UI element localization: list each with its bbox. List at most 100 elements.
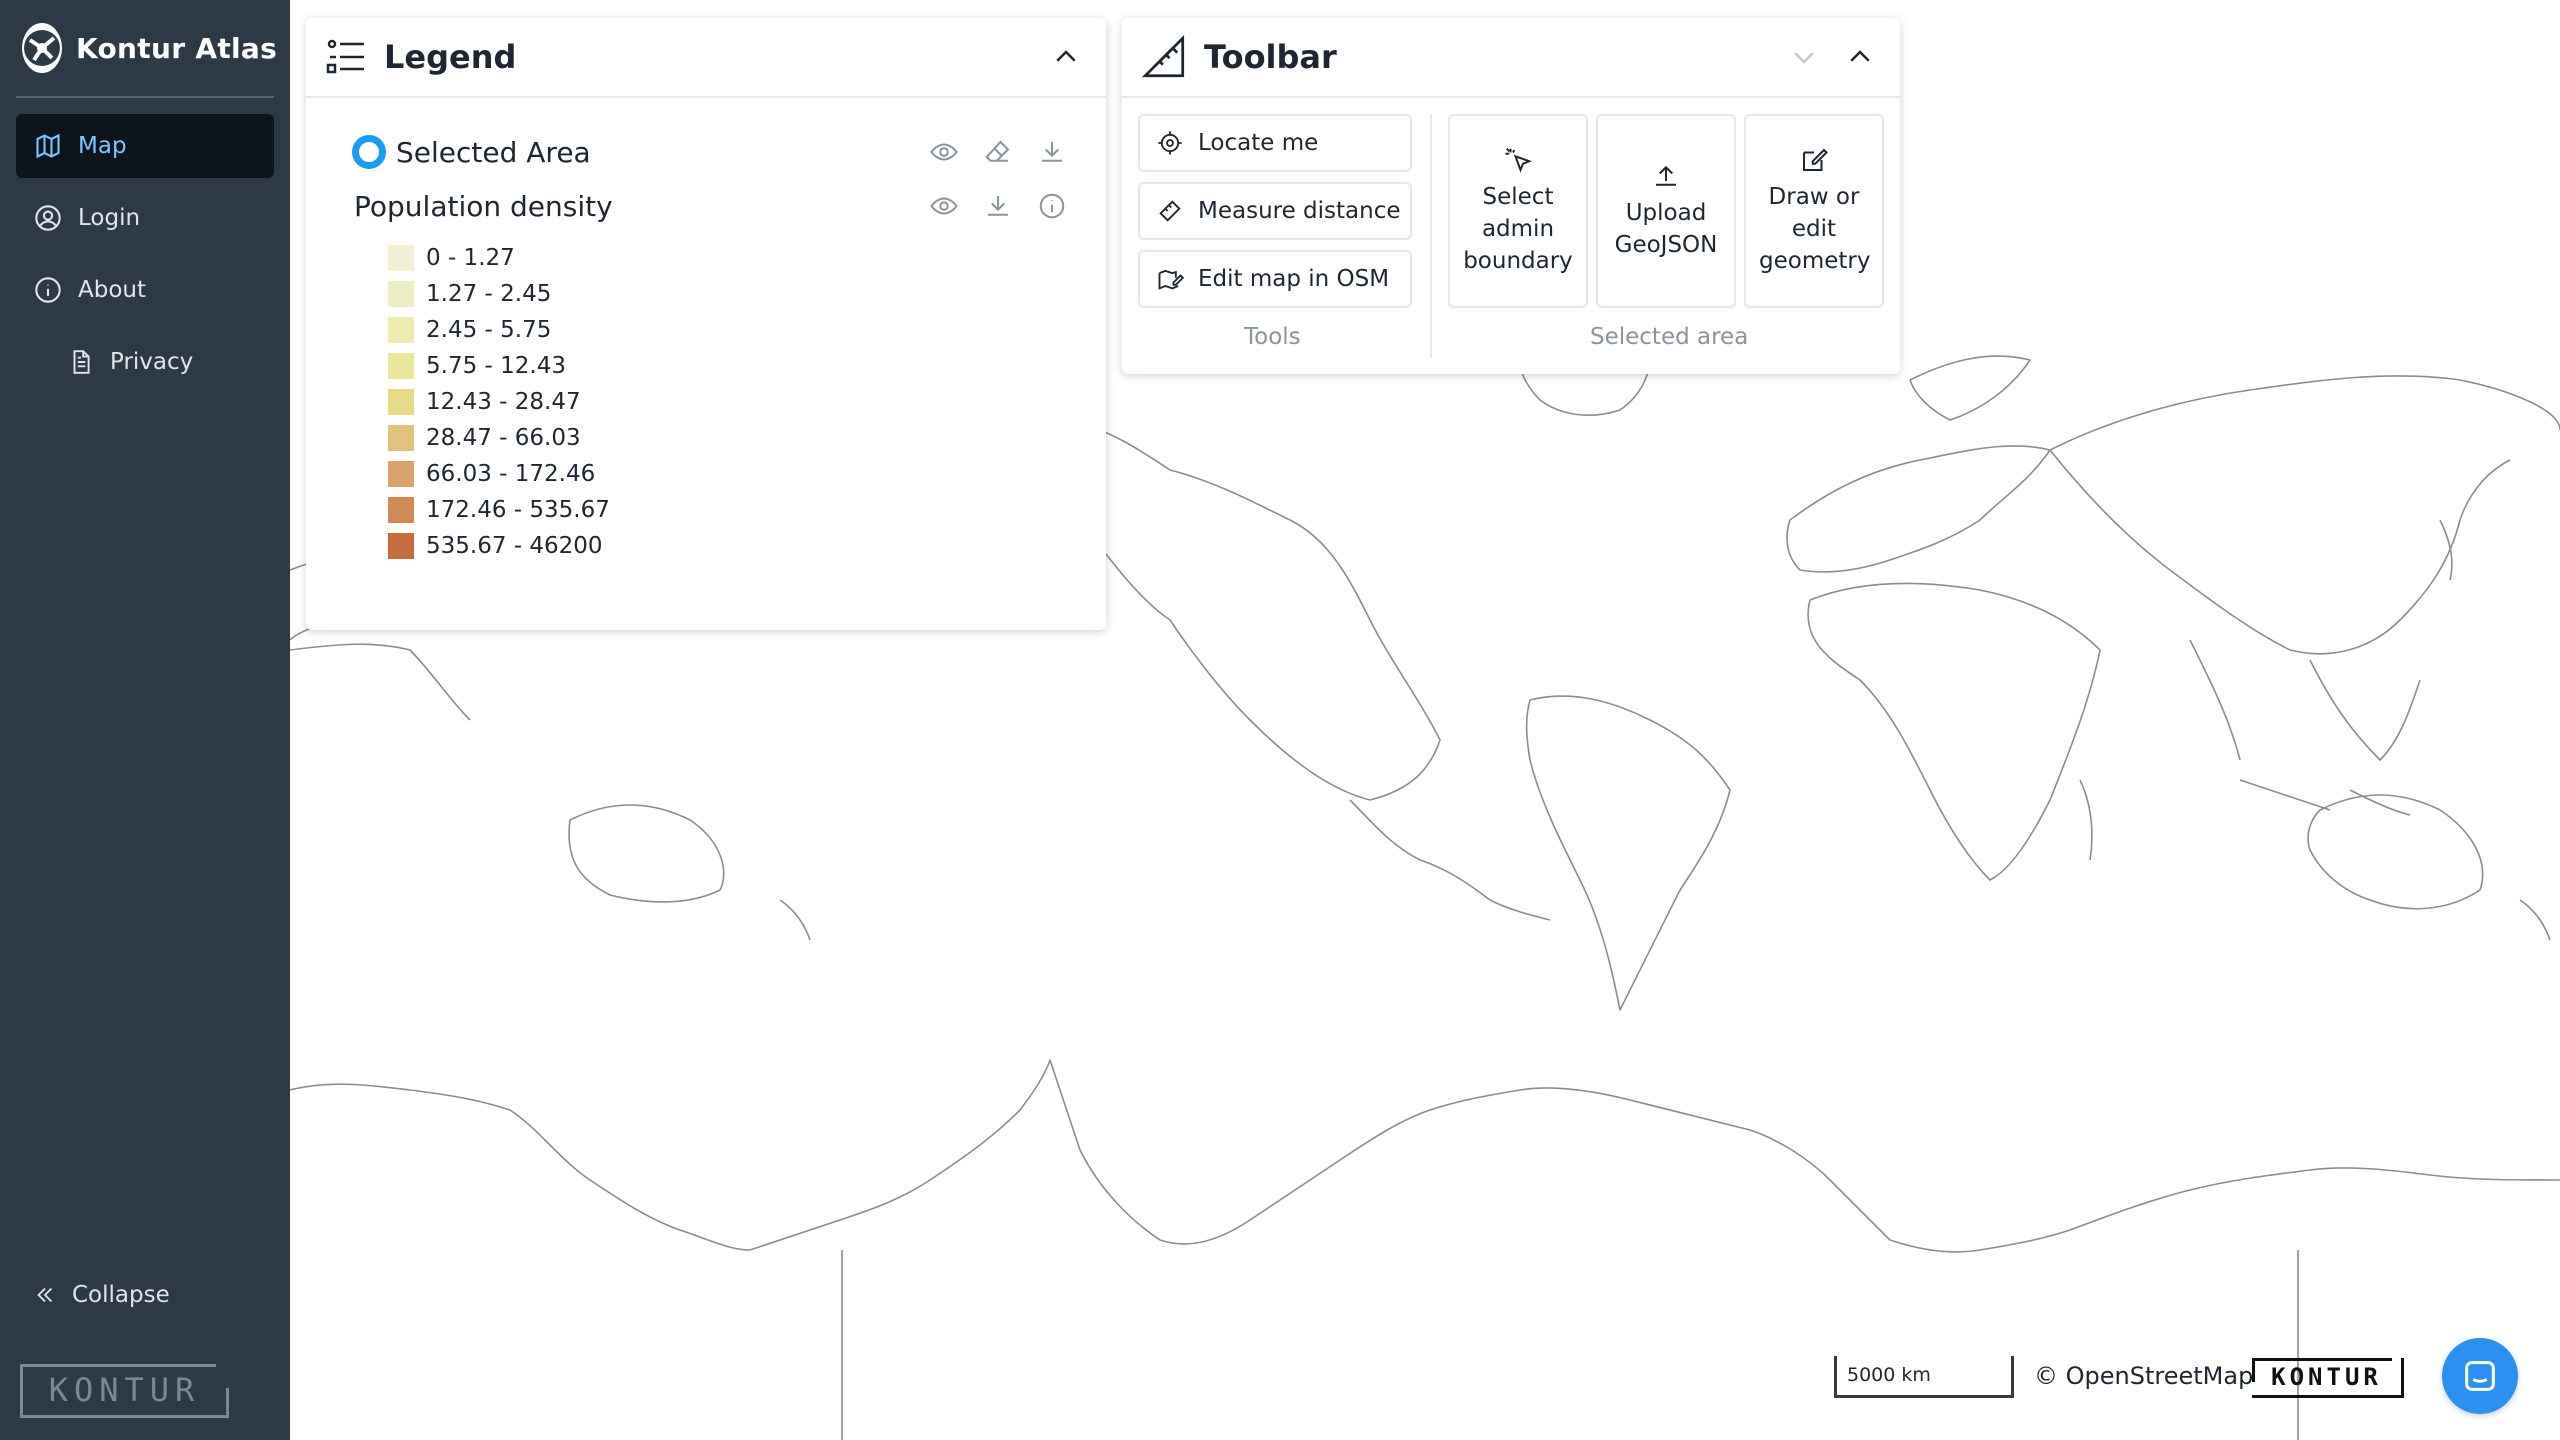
legend-swatch xyxy=(388,353,414,379)
legend-swatch xyxy=(388,389,414,415)
select-admin-boundary-button[interactable]: Select admin boundary xyxy=(1448,114,1588,308)
upload-geojson-button[interactable]: Upload GeoJSON xyxy=(1596,114,1736,308)
osm-attribution[interactable]: © OpenStreetMap xyxy=(2034,1362,2253,1390)
download-icon[interactable] xyxy=(978,186,1018,226)
legend-step-label: 535.67 - 46200 xyxy=(426,533,603,559)
chevron-up-icon xyxy=(1056,50,1076,62)
draw-edit-geometry-button[interactable]: Draw or edit geometry xyxy=(1744,114,1884,308)
locate-me-button[interactable]: Locate me xyxy=(1138,114,1412,172)
legend-swatch xyxy=(388,533,414,559)
upload-geojson-label: Upload GeoJSON xyxy=(1614,200,1718,258)
legend-list-icon xyxy=(326,39,364,74)
upload-icon xyxy=(1656,165,1676,186)
selected-area-group-label: Selected area xyxy=(1590,324,1749,350)
ruler-icon xyxy=(1159,200,1181,222)
legend-step: 5.75 - 12.43 xyxy=(388,348,1058,384)
population-density-row: Population density xyxy=(354,184,1065,228)
edit-map-icon xyxy=(1158,269,1184,290)
double-chevron-left-icon xyxy=(37,1287,53,1303)
info-icon xyxy=(35,277,61,303)
legend-step: 28.47 - 66.03 xyxy=(388,420,1058,456)
toolbar-panel: Toolbar Locate me Measure distance Edit … xyxy=(1122,18,1900,374)
tools-group: Locate me Measure distance Edit map in O… xyxy=(1138,114,1412,318)
layer-actions xyxy=(924,186,1072,226)
selected-area-group: Select admin boundary Upload GeoJSON Dra… xyxy=(1448,114,1884,308)
legend-step: 12.43 - 28.47 xyxy=(388,384,1058,420)
tools-group-label: Tools xyxy=(1244,324,1301,350)
sidebar-item-label: Privacy xyxy=(110,349,194,375)
legend-step-label: 2.45 - 5.75 xyxy=(426,317,552,343)
edit-map-osm-button[interactable]: Edit map in OSM xyxy=(1138,250,1412,308)
collapse-button[interactable]: Collapse xyxy=(34,1282,170,1308)
toolbar-title: Toolbar xyxy=(1204,38,1337,76)
collapse-label: Collapse xyxy=(72,1282,170,1308)
legend-step: 0 - 1.27 xyxy=(388,240,1058,276)
legend-step: 1.27 - 2.45 xyxy=(388,276,1058,312)
toolbar-collapse-button[interactable] xyxy=(1840,37,1880,77)
select-admin-boundary-label: Select admin boundary xyxy=(1463,184,1573,274)
kontur-footer-logo: KONTUR xyxy=(20,1364,229,1418)
sidebar-item-privacy[interactable]: Privacy xyxy=(16,330,274,394)
kontur-brand-mark[interactable]: KONTUR xyxy=(2252,1358,2404,1398)
pencil-square-icon xyxy=(1803,148,1828,171)
document-icon xyxy=(73,350,90,374)
download-icon[interactable] xyxy=(1032,132,1072,172)
sidebar: Kontur Atlas Map Login About Privacy Col… xyxy=(0,0,290,1440)
draw-edit-geometry-label: Draw or edit geometry xyxy=(1759,184,1871,274)
measure-distance-label: Measure distance xyxy=(1198,198,1401,224)
legend-step-label: 172.46 - 535.67 xyxy=(426,497,610,523)
legend-step: 535.67 - 46200 xyxy=(388,528,1058,564)
legend-swatch xyxy=(388,497,414,523)
user-icon xyxy=(35,205,61,231)
chat-icon xyxy=(2465,1361,2495,1391)
app-name: Kontur Atlas xyxy=(76,31,278,65)
legend-swatch xyxy=(388,317,414,343)
locate-me-label: Locate me xyxy=(1198,130,1319,156)
legend-step: 66.03 - 172.46 xyxy=(388,456,1058,492)
chevron-down-icon xyxy=(1794,52,1814,64)
eraser-icon[interactable] xyxy=(978,132,1018,172)
scale-bar: 5000 km xyxy=(1834,1356,2014,1398)
sidebar-item-map[interactable]: Map xyxy=(16,114,274,178)
sidebar-item-login[interactable]: Login xyxy=(16,186,274,250)
sidebar-item-label: About xyxy=(78,277,147,303)
locate-icon xyxy=(1158,131,1182,155)
legend-step-label: 0 - 1.27 xyxy=(426,245,515,271)
toolbar-expand-button[interactable] xyxy=(1784,37,1824,77)
legend-swatch xyxy=(388,245,414,271)
sidebar-nav: Map Login About Privacy xyxy=(16,114,274,402)
toolbar-body: Locate me Measure distance Edit map in O… xyxy=(1122,98,1900,372)
chat-button[interactable] xyxy=(2442,1338,2518,1414)
legend-step-label: 28.47 - 66.03 xyxy=(426,425,581,451)
legend-step-label: 1.27 - 2.45 xyxy=(426,281,552,307)
eye-icon[interactable] xyxy=(924,186,964,226)
sidebar-item-label: Map xyxy=(78,133,127,159)
legend-body: Selected Area Population density 0 - 1.2… xyxy=(306,98,1106,564)
kontur-logo-icon xyxy=(22,23,62,73)
sidebar-item-about[interactable]: About xyxy=(16,258,274,322)
chevron-up-icon xyxy=(1850,50,1870,62)
divider xyxy=(16,96,274,98)
legend-header: Legend xyxy=(306,18,1106,98)
measure-distance-button[interactable]: Measure distance xyxy=(1138,182,1412,240)
legend-swatch xyxy=(388,461,414,487)
legend-step-label: 12.43 - 28.47 xyxy=(426,389,581,415)
info-icon[interactable] xyxy=(1032,186,1072,226)
eye-icon[interactable] xyxy=(924,132,964,172)
cursor-click-icon xyxy=(1505,148,1533,173)
legend-panel: Legend Selected Area Population density xyxy=(306,18,1106,630)
map-icon xyxy=(36,133,60,159)
legend-steps: 0 - 1.27 1.27 - 2.45 2.45 - 5.75 5.75 - 12.… xyxy=(388,240,1058,564)
legend-swatch xyxy=(388,281,414,307)
sidebar-item-label: Login xyxy=(78,205,141,231)
edit-map-osm-label: Edit map in OSM xyxy=(1198,266,1390,292)
legend-step: 172.46 - 535.67 xyxy=(388,492,1058,528)
brand[interactable]: Kontur Atlas xyxy=(22,22,278,74)
legend-swatch xyxy=(388,425,414,451)
legend-title: Legend xyxy=(384,38,517,76)
toolbar-header: Toolbar xyxy=(1122,18,1900,98)
ruler-triangle-icon xyxy=(1142,35,1185,78)
selected-area-swatch xyxy=(352,135,386,169)
collapse-legend-button[interactable] xyxy=(1046,37,1086,77)
legend-step-label: 5.75 - 12.43 xyxy=(426,353,566,379)
